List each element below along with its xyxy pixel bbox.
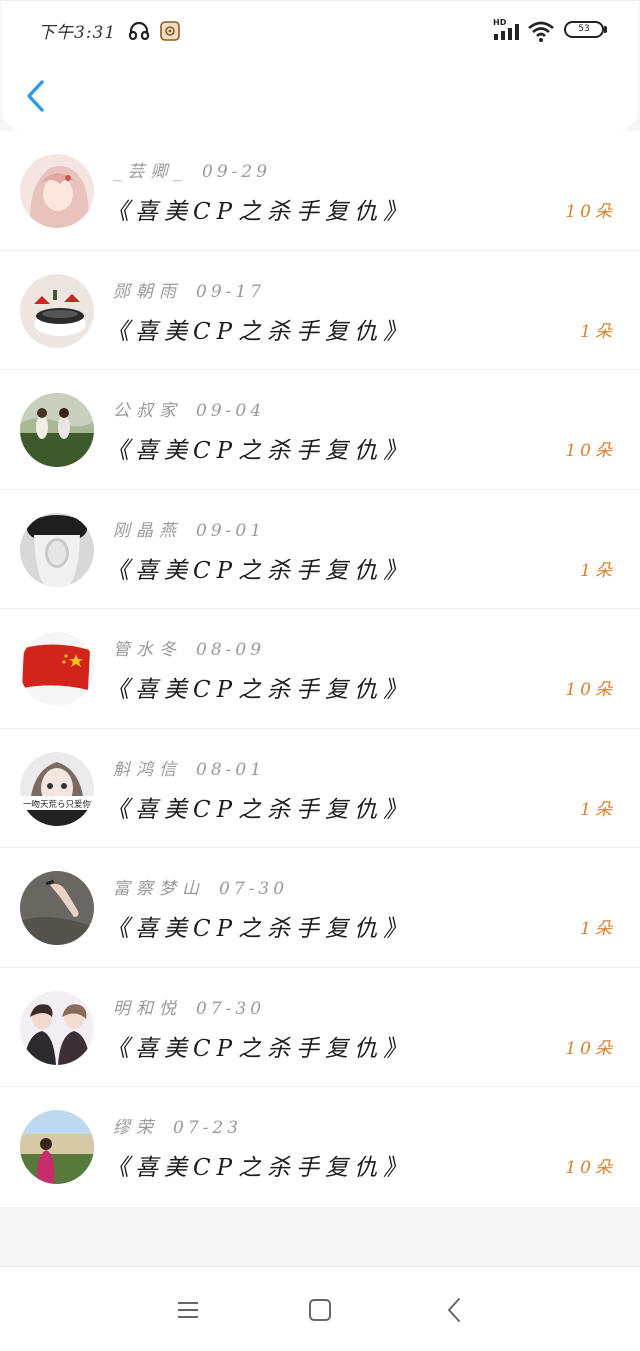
sender-name: 富察梦山 xyxy=(113,879,205,899)
headphone-icon xyxy=(128,21,150,41)
send-date: 07-30 xyxy=(196,998,266,1019)
send-date: 09-01 xyxy=(196,520,266,541)
send-date: 09-29 xyxy=(202,162,272,182)
avatar[interactable] xyxy=(20,393,94,467)
avatar[interactable] xyxy=(20,990,94,1065)
avatar[interactable] xyxy=(20,871,94,945)
book-title: 《喜美CP之杀手复仇》 xyxy=(106,438,413,464)
list-item[interactable]: 公叔家 09-04 《喜美CP之杀手复仇》 10朵 xyxy=(0,370,640,490)
avatar[interactable] xyxy=(20,1110,94,1184)
sender-name: 管水冬 xyxy=(113,640,182,660)
sender-line: 富察梦山 07-30 xyxy=(113,874,288,899)
send-date: 09-04 xyxy=(196,401,266,421)
book-title: 《喜美CP之杀手复仇》 xyxy=(106,677,413,703)
app-badge-icon xyxy=(160,21,180,41)
book-title: 《喜美CP之杀手复仇》 xyxy=(106,318,413,345)
send-date: 07-23 xyxy=(173,1118,243,1138)
gift-count: 10朵 xyxy=(565,1038,616,1059)
book-title: 《喜美CP之杀手复仇》 xyxy=(106,1155,413,1181)
battery-cap xyxy=(604,26,607,33)
sender-name: 明和悦 xyxy=(113,998,182,1019)
list-item[interactable]: 刚晶燕 09-01 《喜美CP之杀手复仇》 1朵 xyxy=(0,490,640,609)
list-item[interactable]: 郧朝雨 09-17 《喜美CP之杀手复仇》 1朵 xyxy=(0,251,640,370)
status-time: 下午3:31 xyxy=(38,23,117,43)
avatar[interactable] xyxy=(20,632,94,706)
home-icon[interactable] xyxy=(305,1295,335,1325)
book-title: 《喜美CP之杀手复仇》 xyxy=(106,1035,413,1062)
gift-count: 10朵 xyxy=(565,441,616,461)
send-date: 08-09 xyxy=(196,640,266,660)
sender-line: 公叔家 09-04 xyxy=(113,396,265,421)
sender-name: 刚晶燕 xyxy=(113,520,182,541)
send-date: 09-17 xyxy=(196,281,266,302)
battery-level: 53 xyxy=(578,24,590,34)
signal-icon xyxy=(494,24,519,40)
sender-line: 管水冬 08-09 xyxy=(113,635,265,660)
list-item[interactable]: 富察梦山 07-30 《喜美CP之杀手复仇》 1朵 xyxy=(0,848,640,968)
gift-count: 10朵 xyxy=(565,1158,616,1178)
gift-count: 10朵 xyxy=(565,680,616,700)
gift-count: 1朵 xyxy=(580,919,616,939)
gift-count: 1朵 xyxy=(580,799,616,820)
gift-record-list: _芸卿_ 09-29 《喜美CP之杀手复仇》 10朵 郧朝雨 09-17 《喜美CP… xyxy=(0,131,640,1207)
back-button[interactable] xyxy=(18,76,54,116)
list-item[interactable]: _芸卿_ 09-29 《喜美CP之杀手复仇》 10朵 xyxy=(0,131,640,251)
list-item[interactable]: 一吻天荒ら只爱你 斛鸿信 08-01 《喜美CP之杀手复仇》 1朵 xyxy=(0,729,640,848)
send-date: 07-30 xyxy=(219,879,289,899)
book-title: 《喜美CP之杀手复仇》 xyxy=(106,199,413,225)
sender-line: 斛鸿信 08-01 xyxy=(113,755,265,780)
sender-line: _芸卿_ 09-29 xyxy=(113,157,271,182)
list-item[interactable]: 明和悦 07-30 《喜美CP之杀手复仇》 10朵 xyxy=(0,968,640,1087)
gift-count: 10朵 xyxy=(565,202,616,222)
avatar[interactable] xyxy=(20,273,94,348)
battery-icon: 53 xyxy=(564,21,604,38)
send-date: 08-01 xyxy=(196,759,266,780)
list-item[interactable]: 管水冬 08-09 《喜美CP之杀手复仇》 10朵 xyxy=(0,609,640,729)
avatar[interactable] xyxy=(20,512,94,587)
sender-name: 郧朝雨 xyxy=(113,281,182,302)
sender-name: 斛鸿信 xyxy=(113,759,182,780)
sender-line: 缪荣 07-23 xyxy=(113,1113,242,1138)
sender-name: 公叔家 xyxy=(113,401,182,421)
avatar[interactable] xyxy=(20,154,94,228)
gift-count: 1朵 xyxy=(580,321,616,342)
avatar[interactable]: 一吻天荒ら只爱你 xyxy=(20,751,94,826)
sender-line: 明和悦 07-30 xyxy=(113,994,265,1019)
menu-icon[interactable] xyxy=(173,1295,203,1325)
gift-count: 1朵 xyxy=(580,560,616,581)
sender-name: 缪荣 xyxy=(113,1118,159,1138)
book-title: 《喜美CP之杀手复仇》 xyxy=(106,916,413,942)
book-title: 《喜美CP之杀手复仇》 xyxy=(106,557,413,584)
avatar-caption: 一吻天荒ら只爱你 xyxy=(23,799,92,810)
system-nav-bar xyxy=(0,1266,640,1351)
wifi-icon xyxy=(528,21,554,42)
sender-line: 刚晶燕 09-01 xyxy=(113,516,265,541)
sender-line: 郧朝雨 09-17 xyxy=(113,277,265,302)
book-title: 《喜美CP之杀手复仇》 xyxy=(106,796,413,823)
list-item[interactable]: 缪荣 07-23 《喜美CP之杀手复仇》 10朵 xyxy=(0,1087,640,1207)
back-icon[interactable] xyxy=(440,1295,470,1325)
sender-name: _芸卿_ xyxy=(113,162,188,182)
chevron-left-icon xyxy=(27,80,44,112)
status-bar: 下午3:31 HD 53 xyxy=(0,0,640,62)
